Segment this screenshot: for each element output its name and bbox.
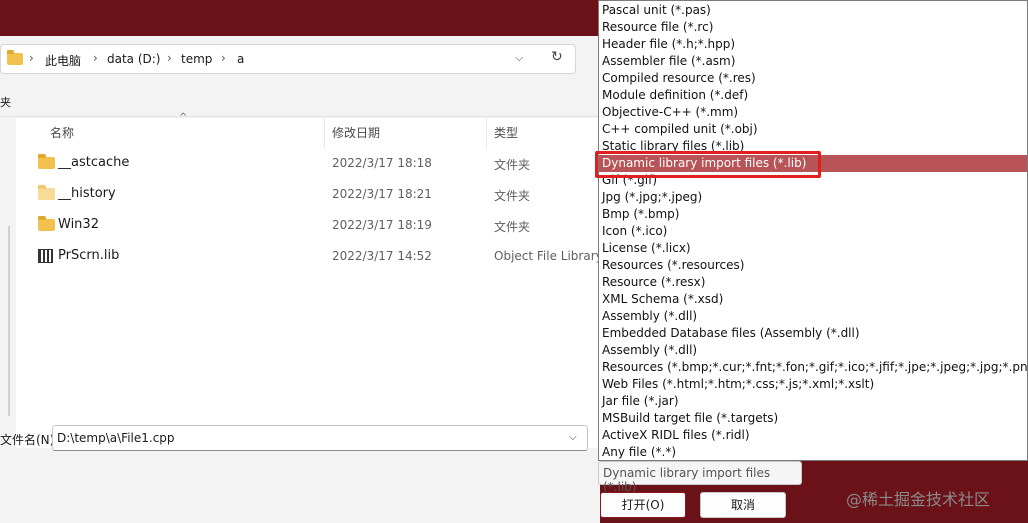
filetype-option[interactable]: XML Schema (*.xsd) (602, 291, 723, 308)
filetype-option[interactable]: MSBuild target file (*.targets) (602, 410, 778, 427)
toolbar-label-fragment[interactable]: 夹 (0, 94, 11, 110)
annotation-highlight-box (595, 151, 821, 178)
breadcrumb-item[interactable]: a (237, 52, 244, 66)
breadcrumb-item[interactable]: temp (181, 52, 212, 66)
file-row[interactable]: Win32 2022/3/17 18:19 文件夹 (16, 211, 600, 241)
chevron-down-icon[interactable]: ⌵ (569, 432, 577, 443)
file-date: 2022/3/17 14:52 (332, 249, 432, 263)
filetype-option[interactable]: Compiled resource (*.res) (602, 70, 756, 87)
filetype-option[interactable]: Assembler file (*.asm) (602, 53, 735, 70)
column-header-type[interactable]: 类型 (494, 124, 518, 141)
file-type: 文件夹 (494, 220, 531, 234)
filetype-option[interactable]: Assembly (*.dll) (602, 308, 697, 325)
file-type: 文件夹 (494, 158, 531, 172)
filetype-option[interactable]: Resources (*.resources) (602, 257, 744, 274)
filetype-option[interactable]: Resources (*.bmp;*.cur;*.fnt;*.fon;*.gif… (602, 359, 1027, 376)
filetype-option[interactable]: Objective-C++ (*.mm) (602, 104, 738, 121)
chevron-down-icon[interactable]: ⌵ (515, 51, 523, 65)
file-list: ^ 名称 修改日期 类型 __astcache 2022/3/17 18:18 … (16, 112, 603, 448)
address-row: › 此电脑 › data (D:) › temp › a ⌵ ↻ (0, 40, 600, 74)
filename-input[interactable]: D:\temp\a\File1.cpp ⌵ (52, 425, 588, 451)
nav-pane-scrollbar[interactable] (8, 226, 10, 416)
file-name: PrScrn.lib (58, 248, 120, 263)
chevron-right-icon: › (29, 51, 34, 65)
cancel-button[interactable]: 取消 (700, 492, 786, 518)
file-name: __astcache (58, 155, 130, 170)
column-divider[interactable] (486, 118, 487, 148)
chevron-right-icon: › (93, 51, 98, 65)
folder-icon (38, 216, 55, 231)
filetype-option[interactable]: Pascal unit (*.pas) (602, 2, 711, 19)
library-file-icon (38, 249, 53, 263)
folder-icon (38, 185, 55, 200)
chevron-right-icon: › (221, 51, 226, 65)
divider (0, 116, 600, 117)
filetype-option[interactable]: Web Files (*.html;*.htm;*.css;*.js;*.xml… (602, 376, 874, 393)
filetype-option[interactable]: Any file (*.*) (602, 444, 676, 460)
breadcrumb-item[interactable]: 此电脑 (45, 52, 81, 69)
file-name: Win32 (58, 217, 99, 232)
file-date: 2022/3/17 18:19 (332, 218, 432, 232)
filetype-select[interactable]: Dynamic library import files (*.lib) (598, 461, 802, 494)
chevron-right-icon: › (167, 51, 172, 65)
file-type: Object File Library (494, 249, 603, 263)
folder-icon (38, 154, 55, 169)
filetype-option[interactable]: C++ compiled unit (*.obj) (602, 121, 758, 138)
sort-ascending-icon: ^ (179, 112, 188, 123)
filetype-dropdown-list: Pascal unit (*.pas) Resource file (*.rc) H… (598, 0, 1028, 461)
file-date: 2022/3/17 18:18 (332, 156, 432, 170)
filetype-option[interactable]: Resource (*.resx) (602, 274, 705, 291)
filetype-option[interactable]: Module definition (*.def) (602, 87, 748, 104)
filetype-option[interactable]: Bmp (*.bmp) (602, 206, 679, 223)
filetype-option[interactable]: Jar file (*.jar) (602, 393, 679, 410)
filetype-option[interactable]: License (*.licx) (602, 240, 691, 257)
breadcrumb-item[interactable]: data (D:) (107, 52, 161, 66)
filetype-selected-value: Dynamic library import files (*.lib) (603, 466, 771, 494)
filename-label: 文件名(N): (0, 433, 59, 447)
filetype-option[interactable]: Jpg (*.jpg;*.jpeg) (602, 189, 702, 206)
file-type: 文件夹 (494, 189, 531, 203)
file-name: __history (58, 186, 116, 201)
filetype-option[interactable]: Header file (*.h;*.hpp) (602, 36, 735, 53)
column-divider[interactable] (324, 118, 325, 148)
open-button[interactable]: 打开(O) (600, 492, 686, 518)
file-row[interactable]: PrScrn.lib 2022/3/17 14:52 Object File L… (16, 242, 603, 272)
filename-value[interactable]: D:\temp\a\File1.cpp (57, 431, 175, 445)
filetype-option[interactable]: Assembly (*.dll) (602, 342, 697, 359)
file-date: 2022/3/17 18:21 (332, 187, 432, 201)
file-row[interactable]: __astcache 2022/3/17 18:18 文件夹 (16, 149, 600, 179)
filetype-option[interactable]: Embedded Database files (Assembly (*.dll… (602, 325, 860, 342)
column-header-name[interactable]: 名称 (50, 124, 74, 141)
refresh-icon[interactable]: ↻ (551, 49, 563, 65)
filetype-option[interactable]: Icon (*.ico) (602, 223, 667, 240)
folder-icon (7, 50, 23, 65)
filetype-option[interactable]: ActiveX RIDL files (*.ridl) (602, 427, 750, 444)
address-bar[interactable]: › 此电脑 › data (D:) › temp › a ⌵ ↻ (0, 44, 576, 74)
watermark: @稀土掘金技术社区 (846, 490, 991, 509)
file-row[interactable]: __history 2022/3/17 18:21 文件夹 (16, 180, 600, 210)
filetype-option[interactable]: Resource file (*.rc) (602, 19, 713, 36)
column-header-date[interactable]: 修改日期 (332, 124, 380, 141)
